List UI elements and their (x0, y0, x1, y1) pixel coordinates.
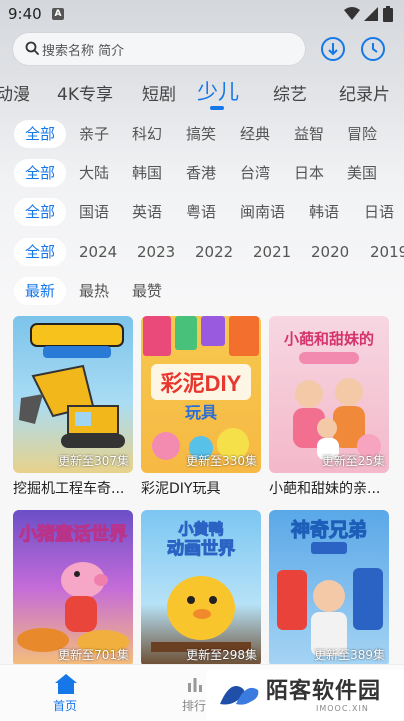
search-input[interactable]: 搜索名称 简介 (13, 33, 305, 65)
update-count: 更新至701集 (58, 648, 129, 662)
year-chip[interactable]: 2020 (311, 238, 349, 266)
tab-anime[interactable]: 动漫 (0, 80, 30, 105)
tab-short-drama[interactable]: 短剧 (142, 80, 176, 105)
region-chip[interactable]: 韩国 (132, 159, 162, 187)
region-filter-row: 全部 大陆 韩国 香港 台湾 日本 美国 (0, 157, 404, 189)
genre-chip[interactable]: 益智 (294, 120, 324, 148)
active-tab-indicator (210, 106, 224, 110)
status-time: 9:40 (8, 5, 42, 23)
language-chip[interactable]: 日语 (364, 198, 394, 226)
video-poster[interactable]: 神奇兄弟 更新至389集 (269, 510, 389, 667)
update-count: 更新至25集 (321, 454, 385, 468)
svg-text:彩泥DIY: 彩泥DIY (160, 371, 242, 396)
download-icon[interactable] (320, 36, 346, 62)
svg-text:小猪童话世界: 小猪童话世界 (19, 523, 127, 544)
svg-text:玩具: 玩具 (185, 404, 217, 422)
genre-filter-row: 全部 亲子 科幻 搞笑 经典 益智 冒险 (0, 118, 404, 150)
language-chip[interactable]: 韩语 (309, 198, 339, 226)
watermark: 陌客软件园 IMOOC.XIN (206, 670, 404, 720)
wifi-icon (344, 7, 360, 20)
year-chip[interactable]: 2022 (195, 238, 233, 266)
video-poster[interactable]: 更新至307集 (13, 316, 133, 473)
watermark-url: IMOOC.XIN (316, 704, 369, 713)
genre-chip[interactable]: 冒险 (347, 120, 377, 148)
region-chip[interactable]: 大陆 (79, 159, 109, 187)
region-chip[interactable]: 日本 (294, 159, 324, 187)
excavator-illustration (19, 323, 125, 448)
video-poster[interactable]: 小猪童话世界 更新至701集 (13, 510, 133, 667)
year-chip[interactable]: 2024 (79, 238, 117, 266)
year-chip[interactable]: 2019 (370, 238, 404, 266)
language-chip[interactable]: 国语 (79, 198, 109, 226)
search-icon (25, 41, 39, 55)
pig-illustration: 小猪童话世界 (17, 523, 129, 654)
notification-icon: A (52, 8, 64, 20)
rank-icon[interactable] (186, 675, 204, 693)
region-chip[interactable]: 香港 (186, 159, 216, 187)
video-title: 小葩和甜妹的亲... (269, 481, 381, 497)
nav-home[interactable]: 首页 (53, 697, 77, 714)
video-title: 挖掘机工程车奇... (13, 481, 125, 497)
genre-chip[interactable]: 经典 (240, 120, 270, 148)
status-bar: 9:40 A (0, 0, 404, 30)
video-poster[interactable]: 小葩和甜妹的 更新至25集 (269, 316, 389, 473)
watermark-logo (220, 686, 259, 705)
tab-variety[interactable]: 综艺 (273, 80, 307, 105)
tab-4k[interactable]: 4K专享 (57, 80, 113, 105)
genre-chip[interactable]: 科幻 (132, 120, 162, 148)
video-poster[interactable]: 彩泥DIY 玩具 更新至330集 (141, 316, 261, 473)
language-chip-all[interactable]: 全部 (14, 198, 67, 226)
video-title: 彩泥DIY玩具 (141, 481, 221, 497)
svg-text:小葩和甜妹的: 小葩和甜妹的 (284, 330, 374, 348)
video-poster[interactable]: 小黄鸭 动画世界 更新至298集 (141, 510, 261, 667)
signal-icon (364, 7, 378, 21)
home-icon[interactable] (54, 673, 78, 695)
tab-documentary[interactable]: 纪录片 (339, 80, 390, 105)
clay-toy-illustration: 彩泥DIY 玩具 (143, 316, 259, 460)
update-count: 更新至330集 (186, 454, 257, 468)
region-chip-all[interactable]: 全部 (14, 159, 67, 187)
language-chip[interactable]: 粤语 (186, 198, 216, 226)
family-illustration: 小葩和甜妹的 (284, 330, 381, 460)
channel-tabs: 动漫 4K专享 短剧 少儿 综艺 纪录片 (0, 73, 404, 113)
search-placeholder: 搜索名称 简介 (42, 44, 125, 59)
genre-chip[interactable]: 亲子 (79, 120, 109, 148)
robot-brothers-illustration: 神奇兄弟 (277, 518, 383, 656)
region-chip[interactable]: 台湾 (240, 159, 270, 187)
sort-chip-hottest[interactable]: 最热 (79, 277, 109, 305)
update-count: 更新至389集 (314, 648, 385, 662)
sort-filter-row: 最新 最热 最赞 (0, 275, 404, 307)
sort-chip-latest[interactable]: 最新 (14, 277, 67, 305)
year-chip[interactable]: 2021 (253, 238, 291, 266)
language-filter-row: 全部 国语 英语 粤语 闽南语 韩语 日语 (0, 196, 404, 228)
genre-chip[interactable]: 搞笑 (186, 120, 216, 148)
svg-text:动画世界: 动画世界 (167, 539, 235, 558)
year-chip[interactable]: 2023 (137, 238, 175, 266)
region-chip[interactable]: 美国 (347, 159, 377, 187)
duck-illustration: 小黄鸭 动画世界 (151, 520, 251, 652)
battery-icon (383, 6, 393, 22)
svg-text:神奇兄弟: 神奇兄弟 (291, 518, 367, 541)
svg-text:小黄鸭: 小黄鸭 (178, 520, 223, 538)
genre-chip-all[interactable]: 全部 (14, 120, 67, 148)
tab-kids[interactable]: 少儿 (197, 76, 239, 106)
language-chip[interactable]: 英语 (132, 198, 162, 226)
history-clock-icon[interactable] (360, 36, 386, 62)
nav-rank[interactable]: 排行 (182, 697, 206, 714)
language-chip[interactable]: 闽南语 (240, 198, 285, 226)
year-filter-row: 全部 2024 2023 2022 2021 2020 2019 (0, 236, 404, 268)
watermark-name: 陌客软件园 (266, 679, 382, 704)
update-count: 更新至307集 (58, 454, 129, 468)
year-chip-all[interactable]: 全部 (14, 238, 67, 266)
update-count: 更新至298集 (186, 648, 257, 662)
sort-chip-top-rated[interactable]: 最赞 (132, 277, 162, 305)
